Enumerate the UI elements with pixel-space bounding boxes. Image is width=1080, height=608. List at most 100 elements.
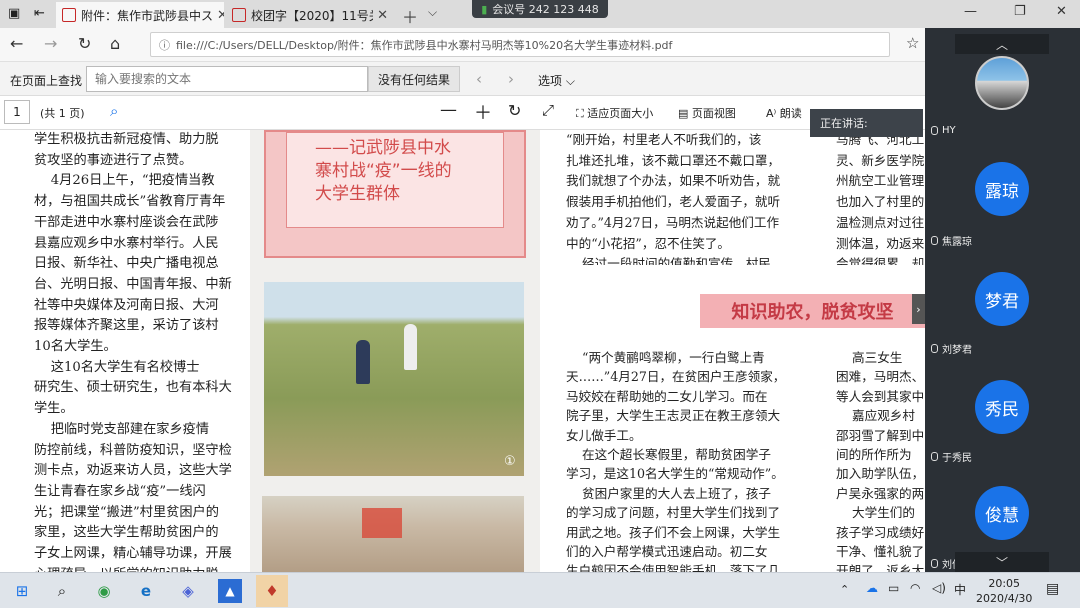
fit-page-label: 适应页面大小 (587, 107, 654, 120)
read-aloud-label: 朗读 (779, 107, 802, 120)
participant-name: 焦露琼 (942, 237, 972, 248)
chevron-down-icon[interactable]: ⌵ (428, 5, 437, 20)
microphone-icon (931, 344, 938, 353)
refresh-icon[interactable]: ↻ (78, 34, 91, 53)
participant-jiaolujiong: 焦露琼 (931, 233, 972, 248)
microphone-icon (931, 126, 938, 135)
windows-start-icon[interactable]: ⊞ (10, 579, 34, 603)
participant-name: HY (942, 125, 956, 136)
wifi-icon[interactable]: ◠ (910, 581, 920, 595)
participant-liumengjun: 刘梦君 (931, 341, 972, 356)
wall-poster (362, 508, 402, 538)
restore-icon[interactable]: ❐ (1014, 4, 1026, 19)
participant-hy: HY (931, 125, 956, 136)
participant-avatar: 秀民 (975, 380, 1029, 434)
zoom-out-icon[interactable]: — (440, 100, 457, 120)
find-result: 没有任何结果 (368, 66, 460, 92)
tab-league-document[interactable]: 校团字【2020】11号关于组 ✕ (226, 2, 394, 28)
section-heading-banner: 知识助农，脱贫攻坚 (700, 294, 925, 328)
page-view-label: 页面视图 (691, 107, 736, 120)
tray-expand-icon[interactable]: ⌃ (840, 583, 849, 596)
panel-scroll-down-icon[interactable]: ﹀ (955, 552, 1049, 572)
read-aloud-icon: A⁾ (766, 107, 780, 120)
rotate-icon[interactable]: ↻ (508, 101, 521, 120)
speaking-indicator: 正在讲话: (810, 109, 923, 137)
page-number-input[interactable]: 1 (4, 100, 30, 124)
find-bar: 在页面上查找 没有任何结果 ‹ › 选项 ⌵ (0, 62, 925, 96)
person-figure (404, 324, 417, 370)
minimize-icon[interactable]: — (964, 4, 977, 19)
volume-icon[interactable]: ◁) (932, 581, 946, 595)
microphone-icon (931, 452, 938, 461)
tab-actions-icon[interactable]: ▣ (8, 6, 20, 21)
fit-page-button[interactable]: ⛶ 适应页面大小 (576, 105, 653, 121)
next-result-icon[interactable]: › (508, 70, 514, 88)
participant-yuxiumin: 于秀民 (931, 449, 972, 464)
avatar (975, 56, 1029, 110)
participant-name: 刘梦君 (942, 345, 972, 356)
person-figure (356, 340, 370, 384)
search-icon[interactable]: ⌕ (50, 579, 74, 603)
participant-avatar: 俊慧 (975, 486, 1029, 540)
previous-result-icon[interactable]: ‹ (476, 70, 482, 88)
photo-number: ① (504, 454, 516, 469)
right-column-top: 马腾飞、河北工 灵、新乡医学院 州航空工业管理 也加入了村里的 温检测点对过往 … (836, 132, 925, 265)
tab-pdf-attachment[interactable]: 附件：焦作市武陟县中ス ✕ (56, 2, 224, 28)
input-method-label[interactable]: 中 (954, 581, 966, 598)
tab-title: 附件：焦作市武陟县中ス (81, 8, 214, 23)
photos-app-icon[interactable]: ▲ (218, 579, 242, 603)
pdf-toolbar: 1 (共 1 页) ⌕ — ＋ ↻ ⤢ ⛶ 适应页面大小 ▤ 页面视图 A⁾ 朗… (0, 96, 925, 130)
zoom-in-icon[interactable]: ＋ (474, 99, 492, 125)
meeting-app-icon[interactable]: ♦ (256, 575, 288, 607)
find-input[interactable] (86, 66, 368, 92)
article-header-box: ——记武陟县中水 寨村战“疫”一线的 大学生群体 (264, 130, 526, 258)
read-aloud-button[interactable]: A⁾ 朗读 (766, 105, 802, 121)
clock-time: 20:05 (988, 577, 1021, 590)
find-options-label: 选项 (538, 74, 563, 88)
url-text: file:///C:/Users/DELL/Desktop/附件：焦作市武陟县中… (176, 38, 673, 52)
collapse-panel-icon[interactable]: › (912, 294, 925, 324)
fullscreen-icon[interactable]: ⤢ (542, 101, 554, 119)
system-clock[interactable]: 20:05 2020/4/30 (976, 576, 1032, 606)
close-window-icon[interactable]: ✕ (1056, 4, 1067, 19)
wechat-icon[interactable]: ◉ (92, 579, 116, 603)
app-shield-icon[interactable]: ◈ (176, 579, 200, 603)
meeting-id-pill[interactable]: ▮ 会议号 242 123 448 (472, 0, 608, 18)
edge-browser-icon[interactable]: e (134, 579, 158, 603)
page-view-button[interactable]: ▤ 页面视图 (678, 105, 736, 121)
favorite-star-icon[interactable]: ☆ (906, 34, 919, 52)
tab-close-icon[interactable]: ✕ (213, 8, 224, 23)
page-view-icon: ▤ (678, 107, 692, 120)
network-icon[interactable]: ▭ (888, 581, 899, 595)
page-total: (共 1 页) (40, 107, 85, 120)
tray-cloud-icon[interactable]: ☁ (866, 581, 878, 595)
browser-tab-bar: ▣ ⇤ 附件：焦作市武陟县中ス ✕ 校团字【2020】11号关于组 ✕ ＋ ⌵ … (0, 0, 1080, 28)
meeting-participants-panel: ︿ HY 露琼 焦露琼 梦君 刘梦君 秀民 于秀民 俊慧 刘俊慧 ﹀ (925, 28, 1080, 572)
participant-avatar: 露琼 (975, 162, 1029, 216)
find-options-button[interactable]: 选项 ⌵ (538, 72, 575, 89)
search-icon[interactable]: ⌕ (110, 102, 118, 120)
tab-close-icon[interactable]: ✕ (373, 8, 388, 23)
forward-arrow-icon[interactable]: → (44, 34, 57, 53)
tutoring-photo (262, 496, 524, 572)
home-icon[interactable]: ⌂ (110, 34, 120, 53)
article-subtitle: ——记武陟县中水 寨村战“疫”一线的 大学生群体 (315, 138, 452, 204)
tab-title: 校团字【2020】11号关于组 (251, 8, 373, 23)
notification-icon[interactable]: ▤ (1046, 581, 1059, 597)
participant-avatar: 梦君 (975, 272, 1029, 326)
right-column-bottom: 高三女生 困难，马明杰、 等人会到其家中 嘉应观乡村 邵羽雪了解到中 间的所作所… (836, 350, 925, 572)
panel-collapse-up-icon[interactable]: ︿ (955, 34, 1049, 54)
new-tab-icon[interactable]: ＋ (402, 4, 418, 28)
pdf-document-view[interactable]: 学生积极抗击新冠疫情、助力脱 贫攻坚的事迹进行了点赞。 4月26日上午，“把疫情… (0, 130, 925, 572)
fit-page-icon: ⛶ (576, 107, 588, 120)
url-field[interactable]: ⓘ file:///C:/Users/DELL/Desktop/附件：焦作市武陟… (150, 32, 890, 57)
participant-name: 于秀民 (942, 453, 972, 464)
find-label: 在页面上查找 (10, 74, 83, 88)
info-icon: ⓘ (159, 38, 170, 52)
left-column-text: 学生积极抗击新冠疫情、助力脱 贫攻坚的事迹进行了点赞。 4月26日上午，“把疫情… (34, 132, 232, 572)
address-bar-row: ← → ↻ ⌂ ⓘ file:///C:/Users/DELL/Desktop/… (0, 28, 925, 62)
back-arrow-icon[interactable]: ← (10, 34, 23, 53)
back-tabs-icon[interactable]: ⇤ (34, 6, 45, 21)
field-work-photo: ① (264, 282, 524, 476)
signal-icon: ▮ (481, 2, 488, 16)
